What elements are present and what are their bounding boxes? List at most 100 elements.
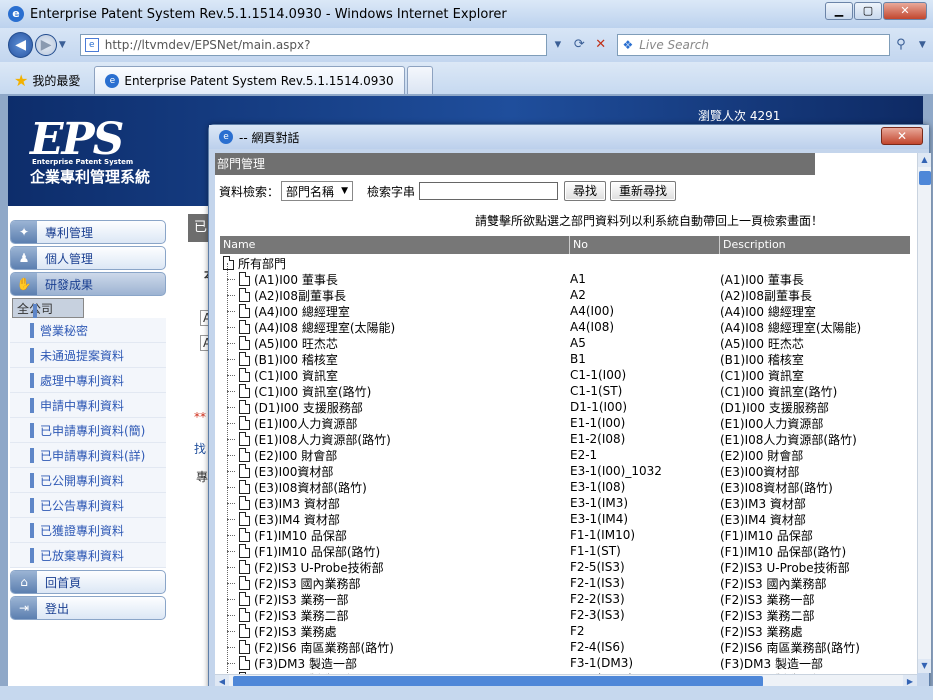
table-row[interactable]: (F1)IM10 品保部 F1-1(IM10) (F1)IM10 品保部 (220, 518, 910, 543)
menu-home[interactable]: ⌂ 回首頁 (10, 570, 166, 594)
document-icon (239, 480, 250, 494)
submenu-item[interactable]: 已申請專利資料(詳) (10, 443, 166, 468)
menu-label: 研發成果 (45, 277, 94, 292)
dept-description: (F3)DM3 製造一部 (720, 656, 823, 671)
table-row[interactable]: (F1)IM10 品保部(路竹) F1-1(ST) (F1)IM10 品保部(路竹) (220, 534, 910, 559)
table-row[interactable]: (A2)I08副董事長 A2 (A2)I08副董事長 (220, 278, 910, 303)
search-button[interactable]: 尋找 (564, 181, 607, 201)
table-row[interactable]: (E3)IM3 資材部 E3-1(IM3) (E3)IM3 資材部 (220, 486, 910, 511)
table-row[interactable]: (F2)IS3 U-Probe技術部 F2-5(IS3) (F2)IS3 U-Pro… (220, 550, 910, 575)
scroll-up-icon[interactable]: ▲ (918, 153, 931, 167)
submenu-item[interactable]: 營業秘密 (10, 318, 166, 343)
table-row[interactable]: (B1)I00 稽核室 B1 (B1)I00 稽核室 (220, 342, 910, 367)
search-go-icon[interactable]: ⚲ (890, 34, 911, 56)
table-row[interactable]: (F2)IS6 南區業務部(路竹) F2-4(IS6) (F2)IS6 南區業務部(… (220, 630, 910, 655)
table-row[interactable]: (E3)I00資材部 E3-1(I00)_1032 (E3)I00資材部 (220, 454, 910, 479)
status-bar (0, 686, 933, 700)
dept-no: C1-1(ST) (570, 384, 623, 398)
document-icon (239, 368, 250, 382)
table-row[interactable]: (A1)I00 董事長 A1 (A1)I00 董事長 (220, 262, 910, 287)
submenu-item[interactable]: 申請中專利資料 (10, 393, 166, 418)
stop-icon[interactable]: ✕ (590, 34, 611, 56)
scroll-down-icon[interactable]: ▼ (918, 659, 931, 673)
dept-description: (F2)IS3 業務二部 (720, 608, 815, 623)
document-icon (239, 592, 250, 606)
submenu-item[interactable]: 已申請專利資料(簡) (10, 418, 166, 443)
dialog-close-button[interactable]: ✕ (881, 127, 923, 145)
table-row[interactable]: (F2)IS3 業務一部 F2-2(IS3) (F2)IS3 業務一部 (220, 582, 910, 607)
dept-name-cell: (E2)I00 財會部 (220, 438, 570, 464)
star-icon: ★ (14, 70, 29, 90)
menu-rd-results[interactable]: ✋ 研發成果 (10, 272, 166, 296)
url-field[interactable]: e http://ltvmdev/EPSNet/main.aspx? (79, 34, 548, 56)
vertical-scrollbar[interactable]: ▲ ▼ (917, 153, 931, 673)
column-header-name[interactable]: Name (220, 236, 570, 254)
submenu-item[interactable]: 已公開專利資料 (10, 468, 166, 493)
dept-name: (E3)IM3 資材部 (254, 496, 340, 511)
submenu-item[interactable]: 處理中專利資料 (10, 368, 166, 393)
new-tab-button[interactable] (406, 66, 433, 94)
table-row[interactable]: (E3)IM4 資材部 E3-1(IM4) (E3)IM4 資材部 (220, 502, 910, 527)
table-row[interactable]: (F3)DM3 製造一部 F3-1(DM3) (F3)DM3 製造一部 (220, 646, 910, 671)
dialog-title: -- 網頁對話 (239, 130, 300, 145)
back-button[interactable]: ◀ (8, 32, 34, 58)
history-dropdown-icon[interactable]: ▼ (59, 40, 66, 50)
section-header: 部門管理 (215, 153, 815, 175)
dept-no: F2-5(IS3) (570, 560, 625, 574)
dept-no: A1 (570, 272, 586, 286)
submenu-item[interactable]: 已放棄專利資料 (10, 543, 166, 568)
document-icon (239, 432, 250, 446)
dept-name-cell: (E3)I08資材部(路竹) (220, 470, 570, 496)
table-row[interactable]: (F2)IS3 業務處 F2 (F2)IS3 業務處 (220, 614, 910, 639)
dept-description: (F2)IS3 國內業務部 (720, 576, 827, 591)
forward-button[interactable]: ▶ (35, 34, 57, 56)
table-row[interactable]: (A5)I00 旺杰芯 A5 (A5)I00 旺杰芯 (220, 326, 910, 351)
submenu-item[interactable]: 已獲證專利資料 (10, 518, 166, 543)
menu-personal-management[interactable]: ♟ 個人管理 (10, 246, 166, 270)
address-dropdown-icon[interactable]: ▾ (547, 34, 568, 56)
table-row[interactable]: (A4)I08 總經理室(太陽能) A4(I08) (A4)I08 總經理室(太陽能… (220, 310, 910, 335)
menu-patent-management[interactable]: ✦ 專利管理 (10, 220, 166, 244)
submenu-item[interactable]: 未通過提案資料 (10, 343, 166, 368)
dept-no: E3-1(IM4) (570, 512, 629, 526)
table-row[interactable]: (F2)IS3 業務二部 F2-3(IS3) (F2)IS3 業務二部 (220, 598, 910, 623)
table-row[interactable]: (D1)I00 支援服務部 D1-1(I00) (D1)I00 支援服務部 (220, 390, 910, 415)
live-search-icon: ❖ (622, 38, 634, 52)
dept-name-cell: (E1)I00人力資源部 (220, 406, 570, 432)
tab-eps[interactable]: e Enterprise Patent System Rev.5.1.1514.… (94, 66, 405, 94)
table-row[interactable]: (C1)I00 資訊室(路竹) C1-1(ST) (C1)I00 資訊室(路竹) (220, 374, 910, 399)
dept-description: (F2)IS6 南區業務部(路竹) (720, 640, 860, 655)
scroll-thumb[interactable] (919, 171, 931, 185)
tree-root[interactable]: 所有部門 (220, 255, 910, 271)
table-row[interactable]: (E3)I08資材部(路竹) E3-1(I08) (E3)I08資材部(路竹) (220, 470, 910, 496)
field-select[interactable]: 部門名稱 ▼ (281, 181, 354, 201)
document-icon (239, 448, 250, 462)
dept-name: (E2)I00 財會部 (254, 448, 338, 463)
table-row[interactable]: (E1)I00人力資源部 E1-1(I00) (E1)I00人力資源部 (220, 406, 910, 432)
close-window-button[interactable]: ✕ (883, 2, 927, 20)
table-row[interactable]: (E2)I00 財會部 E2-1 (E2)I00 財會部 (220, 438, 910, 464)
submenu-item[interactable]: 全公司 (12, 298, 84, 319)
favorites-button[interactable]: ★ 我的最愛 (14, 66, 80, 94)
column-header-no[interactable]: No (570, 236, 720, 254)
minimize-button[interactable]: ▁ (825, 2, 853, 20)
live-search-input[interactable]: ❖ Live Search (617, 34, 891, 56)
keyword-input[interactable] (419, 182, 559, 200)
refresh-icon[interactable]: ⟳ (569, 34, 590, 56)
document-icon (223, 256, 234, 270)
table-row[interactable]: (C1)I00 資訊室 C1-1(I00) (C1)I00 資訊室 (220, 358, 910, 383)
dept-name: (E3)IM4 資材部 (254, 512, 340, 527)
menu-logout[interactable]: ⇥ 登出 (10, 596, 166, 620)
column-header-description[interactable]: Description (720, 236, 910, 254)
search-options-icon[interactable]: ▼ (912, 34, 933, 56)
submenu-item[interactable]: 已公告專利資料 (10, 493, 166, 518)
maximize-button[interactable]: ▢ (854, 2, 882, 20)
table-row[interactable]: (A4)I00 總經理室 A4(I00) (A4)I00 總經理室 (220, 294, 910, 319)
table-row[interactable]: (F2)IS3 國內業務部 F2-1(IS3) (F2)IS3 國內業務部 (220, 566, 910, 591)
document-icon (239, 496, 250, 510)
table-row[interactable]: (E1)I08人力資源部(路竹) E1-2(I08) (E1)I08人力資源部(路竹… (220, 422, 910, 447)
chevron-down-icon: ▼ (341, 186, 349, 196)
favorites-label: 我的最愛 (32, 73, 81, 88)
reset-search-button[interactable]: 重新尋找 (610, 181, 677, 201)
document-icon (239, 416, 250, 430)
